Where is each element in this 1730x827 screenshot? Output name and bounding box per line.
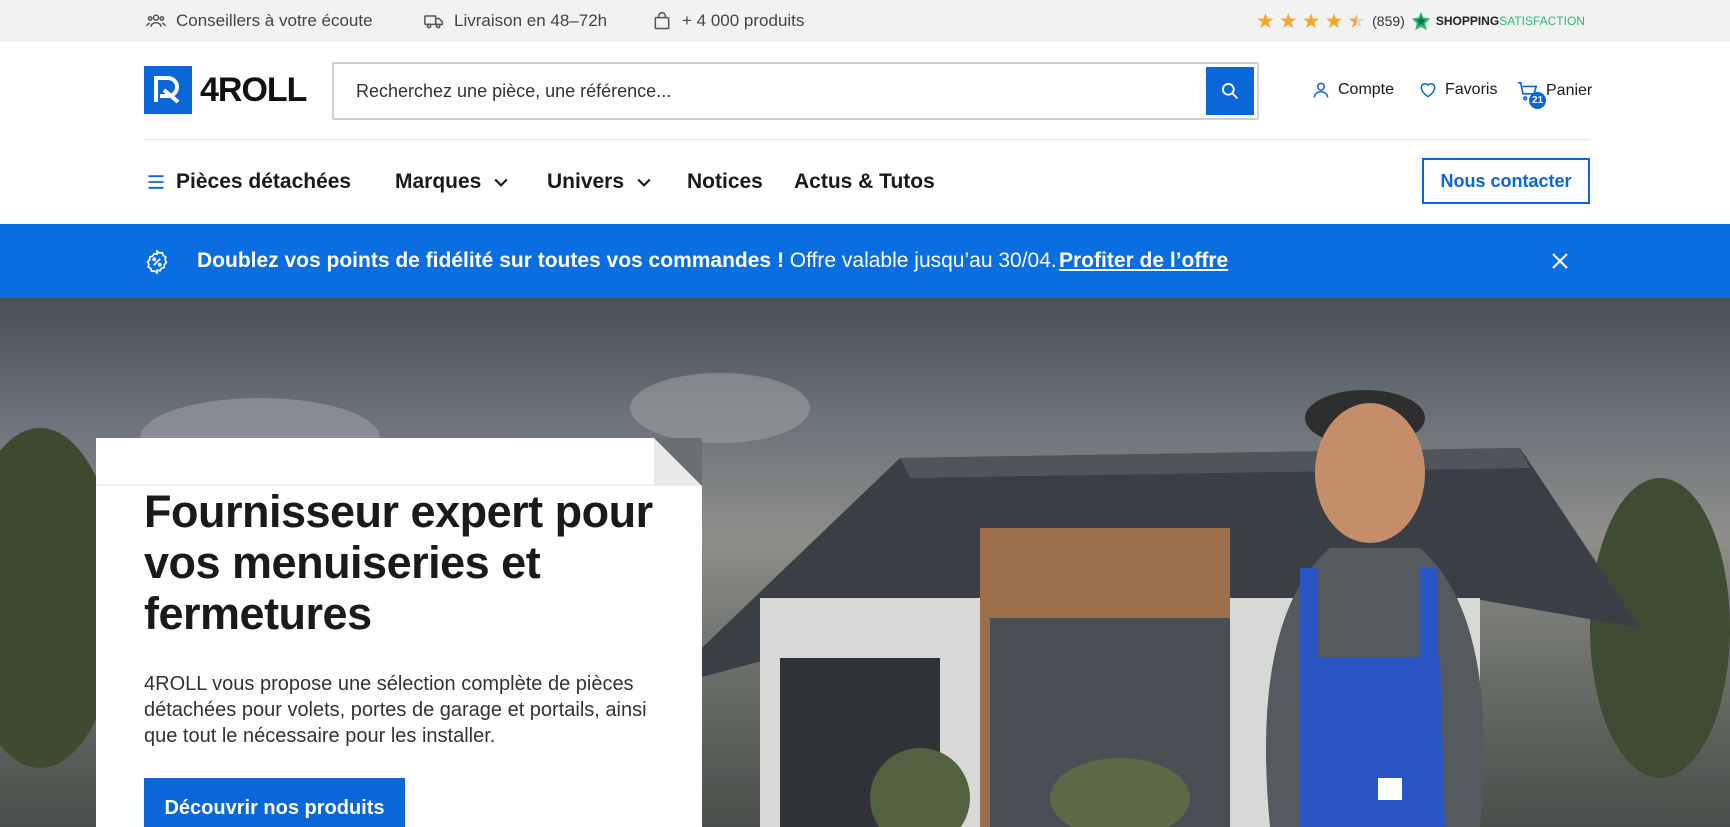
shopping-bag-icon (654, 12, 670, 30)
discover-products-button[interactable]: Découvrir nos produits (144, 778, 405, 827)
advisors-icon (146, 14, 166, 27)
topbar-advisors-label: Conseillers à votre écoute (176, 11, 373, 30)
nav-item-brands[interactable]: Marques (395, 140, 511, 224)
chevron-down-icon (494, 178, 508, 187)
topbar-delivery[interactable]: Livraison en 48–72h (424, 0, 607, 42)
promo-bold-text: Doublez vos points de fidélité sur toute… (197, 249, 784, 272)
star-icon: ★ (1278, 9, 1298, 33)
star-icon: ★ (1324, 9, 1344, 33)
site-header: 4ROLL Compte Favoris 21 Panier (0, 42, 1730, 140)
logo-text: 4ROLL (200, 70, 307, 109)
favorites-link[interactable]: Favoris (1418, 80, 1497, 100)
topbar-advisors[interactable]: Conseillers à votre écoute (146, 0, 373, 42)
nav-item-news-tutorials[interactable]: Actus & Tutos (794, 140, 935, 224)
hero-card-folded-corner (96, 438, 702, 486)
user-icon (1313, 82, 1329, 98)
contact-button[interactable]: Nous contacter (1422, 158, 1590, 204)
search-input[interactable] (356, 64, 1176, 118)
promo-message: Doublez vos points de fidélité sur toute… (197, 224, 1057, 298)
heart-icon (1420, 83, 1436, 98)
nav-item-label: Marques (395, 170, 482, 193)
topbar: Conseillers à votre écoute Livraison en … (0, 0, 1730, 42)
close-icon[interactable] (1548, 249, 1572, 273)
nav-item-universe[interactable]: Univers (547, 140, 654, 224)
nav-item-label: Univers (547, 170, 625, 193)
account-label: Compte (1338, 81, 1395, 98)
promo-banner: Doublez vos points de fidélité sur toute… (0, 224, 1730, 298)
nav-item-manuals[interactable]: Notices (687, 140, 763, 224)
cart-link[interactable]: 21 Panier (1517, 80, 1593, 109)
favorites-label: Favoris (1445, 81, 1498, 98)
search-button[interactable] (1206, 67, 1254, 115)
truck-icon (424, 15, 444, 29)
chevron-down-icon (637, 178, 651, 187)
main-nav: Pièces détachées Marques Univers Notices… (0, 140, 1730, 224)
rating-stars: ★ ★ ★ ★ ★ (1256, 11, 1366, 32)
nav-item-spare-parts[interactable]: Pièces détachées (146, 140, 351, 224)
hero-description: 4ROLL vous propose une sélection complèt… (144, 673, 647, 747)
search-bar (332, 62, 1259, 120)
menu-icon (148, 175, 164, 189)
account-link[interactable]: Compte (1311, 80, 1394, 100)
shopping-satisfaction-logo: SHOPPING SATISFACTION (1411, 11, 1585, 31)
hero-title: Fournisseur expert pour vos menuiseries … (144, 486, 653, 639)
cart-count-badge: 21 (1529, 92, 1546, 109)
star-icon: ★ (1256, 9, 1275, 33)
star-icon: ★ (1301, 9, 1321, 33)
promo-text: Offre valable jusqu’au 30/04. (783, 249, 1057, 272)
star-half-icon: ★ (1347, 9, 1367, 33)
shopping-satisfaction-brand-b: SATISFACTION (1499, 14, 1585, 28)
rating-widget[interactable]: ★ ★ ★ ★ ★ (859) SHOPPING SATISFACTION (1256, 0, 1585, 42)
topbar-products-label: + 4 000 produits (682, 11, 805, 30)
topbar-products[interactable]: + 4 000 produits (652, 0, 804, 42)
discount-badge-icon (146, 249, 168, 275)
shopping-satisfaction-brand-a: SHOPPING (1435, 14, 1500, 28)
search-icon (1222, 83, 1239, 100)
cart-icon-wrap: 21 (1517, 80, 1546, 109)
shopping-satisfaction-icon (1411, 11, 1430, 31)
rating-count: (859) (1372, 13, 1405, 29)
nav-item-label: Notices (687, 170, 763, 193)
nav-item-label: Pièces détachées (176, 170, 352, 193)
logo-mark-icon (144, 66, 192, 114)
cart-label: Panier (1546, 82, 1593, 99)
topbar-delivery-label: Livraison en 48–72h (454, 11, 608, 30)
promo-offer-link[interactable]: Profiter de l’offre (1059, 224, 1228, 298)
nav-item-label: Actus & Tutos (794, 170, 935, 193)
site-logo[interactable]: 4ROLL (144, 66, 307, 114)
